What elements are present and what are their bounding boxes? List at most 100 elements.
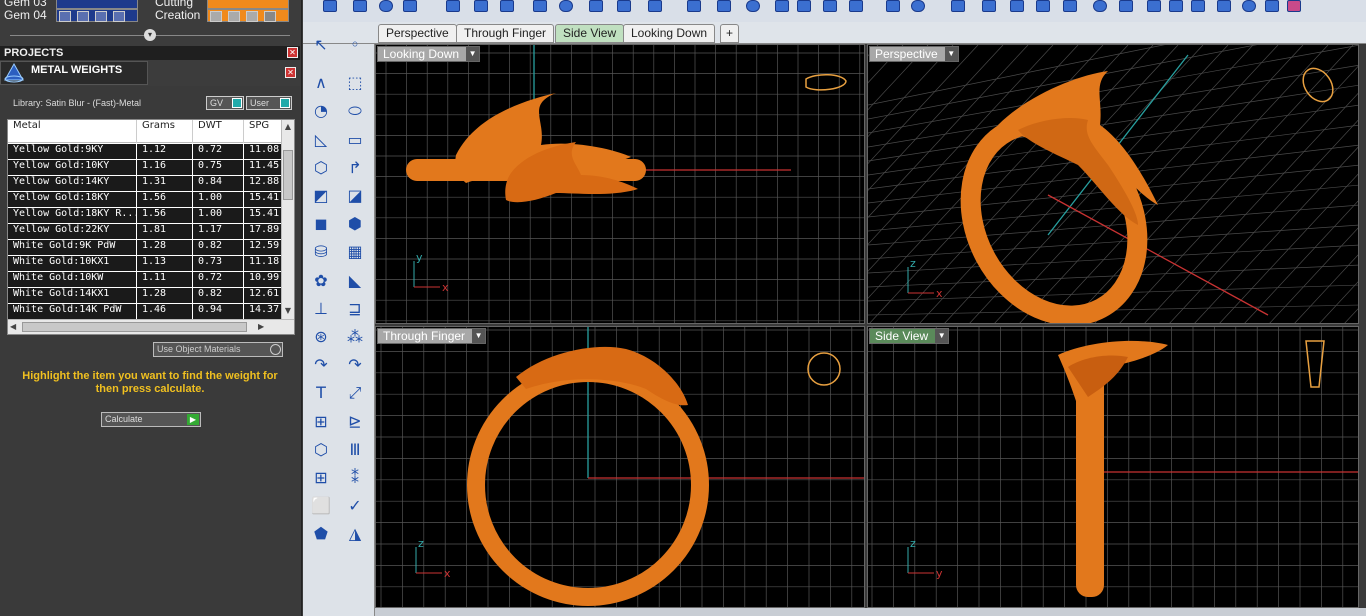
toolbar-tool-icon[interactable] — [1147, 0, 1161, 12]
modeling-tool-icon[interactable]: T — [311, 384, 331, 402]
viewport-through-finger[interactable]: z x Through Finger ▼ — [375, 326, 865, 608]
scroll-down-icon[interactable]: ▼ — [283, 306, 293, 316]
toolbar-tool-icon[interactable] — [1010, 0, 1024, 12]
close-tab-icon[interactable]: ✕ — [285, 67, 296, 78]
gem-row-4-controls[interactable] — [56, 9, 138, 22]
toolbar-tool-icon[interactable] — [1093, 0, 1107, 12]
scroll-left-icon[interactable]: ◀ — [10, 322, 16, 331]
scroll-thumb[interactable] — [283, 150, 293, 200]
modeling-tool-icon[interactable]: ⬟ — [311, 525, 331, 543]
modeling-tool-icon[interactable]: ⬢ — [345, 215, 365, 233]
toolbar-tool-icon[interactable] — [379, 0, 393, 12]
add-tab-button[interactable]: + — [720, 24, 740, 43]
modeling-tool-icon[interactable]: ⛁ — [311, 243, 331, 261]
toolbar-tool-icon[interactable] — [1287, 0, 1301, 12]
table-row[interactable]: White Gold:10KX1 1.13 0.73 11.18 — [8, 256, 288, 272]
toolbar-tool-icon[interactable] — [951, 0, 965, 12]
toolbar-tool-icon[interactable] — [911, 0, 925, 12]
dropdown-icon[interactable]: ▼ — [472, 329, 486, 343]
user-button[interactable]: User — [246, 96, 292, 110]
table-row[interactable]: Yellow Gold:14KY 1.31 0.84 12.88 — [8, 176, 288, 192]
scroll-up-icon[interactable]: ▲ — [283, 122, 293, 132]
modeling-tool-icon[interactable]: ⬡ — [311, 440, 331, 459]
toolbar-tool-icon[interactable] — [746, 0, 760, 12]
tab-looking-down[interactable]: Looking Down — [623, 24, 716, 43]
collapse-icon[interactable]: ▾ — [144, 29, 156, 41]
toolbar-tool-icon[interactable] — [1242, 0, 1256, 12]
toolbar-tool-icon[interactable] — [1217, 0, 1231, 12]
creation-row[interactable]: Creation — [155, 8, 215, 22]
toolbar-tool-icon[interactable] — [446, 0, 460, 12]
column-header-grams[interactable]: Grams — [137, 120, 193, 143]
radio-icon[interactable] — [270, 344, 281, 355]
modeling-tool-icon[interactable]: ◦ — [345, 36, 365, 54]
modeling-tool-icon[interactable]: ⊛ — [311, 328, 331, 346]
modeling-tool-icon[interactable]: ◺ — [311, 130, 331, 149]
toolbar-tool-icon[interactable] — [775, 0, 789, 12]
viewport-perspective[interactable]: z x Perspective ▼ — [867, 44, 1359, 324]
toolbar-tool-icon[interactable] — [474, 0, 488, 12]
modeling-tool-icon[interactable]: ⊞ — [311, 412, 331, 431]
viewport-side-view[interactable]: z y Side View ▼ — [867, 326, 1359, 608]
scroll-thumb[interactable] — [22, 322, 247, 332]
play-icon[interactable] — [210, 11, 222, 22]
table-row[interactable]: Yellow Gold:22KY 1.81 1.17 17.89 — [8, 224, 288, 240]
modeling-tool-icon[interactable]: ↷ — [345, 356, 365, 374]
visible-icon[interactable] — [228, 11, 240, 22]
toolbar-tool-icon[interactable] — [886, 0, 900, 12]
modeling-tool-icon[interactable]: ↷ — [311, 356, 331, 374]
modeling-tool-icon[interactable]: ◼ — [311, 215, 331, 233]
toolbar-tool-icon[interactable] — [717, 0, 731, 12]
table-row[interactable]: Yellow Gold:18KY R... 1.56 1.00 15.41 — [8, 208, 288, 224]
scroll-right-icon[interactable]: ▶ — [258, 322, 264, 331]
lock-icon[interactable] — [95, 11, 107, 22]
toolbar-tool-icon[interactable] — [687, 0, 701, 12]
modeling-tool-icon[interactable]: ⊞ — [311, 469, 331, 487]
use-object-materials-dropdown[interactable]: Use Object Materials — [153, 342, 283, 357]
gv-button[interactable]: GV — [206, 96, 244, 110]
horizontal-scrollbar[interactable]: ◀ ▶ — [8, 319, 294, 334]
calculate-button[interactable]: Calculate ▶ — [101, 412, 201, 427]
toolbar-tool-icon[interactable] — [617, 0, 631, 12]
modeling-tool-icon[interactable]: ▭ — [345, 130, 365, 149]
viewport-label[interactable]: Side View ▼ — [869, 328, 950, 344]
modeling-tool-icon[interactable]: ⬡ — [311, 158, 331, 177]
table-row[interactable]: Yellow Gold:18KY 1.56 1.00 15.41 — [8, 192, 288, 208]
table-row[interactable]: Yellow Gold:9KY 1.12 0.72 11.08 — [8, 144, 288, 160]
modeling-tool-icon[interactable]: ⤢ — [345, 384, 365, 402]
toolbar-tool-icon[interactable] — [500, 0, 514, 12]
modeling-tool-icon[interactable]: Ⅲ — [345, 440, 365, 459]
dropdown-icon[interactable]: ▼ — [466, 47, 480, 61]
toolbar-tool-icon[interactable] — [403, 0, 417, 12]
toolbar-tool-icon[interactable] — [1265, 0, 1279, 12]
metal-weights-table[interactable]: Metal Grams DWT SPG Yellow Gold:9KY 1.12 0… — [7, 119, 295, 335]
tab-through-finger[interactable]: Through Finger — [456, 24, 555, 43]
toolbar-tool-icon[interactable] — [1036, 0, 1050, 12]
toolbar-tool-icon[interactable] — [533, 0, 547, 12]
lock-icon[interactable] — [246, 11, 258, 22]
modeling-tool-icon[interactable]: ∧ — [311, 74, 331, 92]
play-icon[interactable] — [59, 11, 71, 22]
modeling-tool-icon[interactable]: ✿ — [311, 271, 331, 290]
viewport-label[interactable]: Perspective ▼ — [869, 46, 959, 62]
vertical-scrollbar[interactable]: ▲ ▼ — [281, 120, 294, 320]
modeling-tool-icon[interactable]: ◣ — [345, 271, 365, 290]
toolbar-tool-icon[interactable] — [823, 0, 837, 12]
toolbar-tool-icon[interactable] — [559, 0, 573, 12]
toolbar-tool-icon[interactable] — [1169, 0, 1183, 12]
column-header-dwt[interactable]: DWT — [193, 120, 244, 143]
dropdown-icon[interactable]: ▼ — [935, 329, 949, 343]
modeling-tool-icon[interactable]: ◔ — [311, 102, 331, 120]
toolbar-tool-icon[interactable] — [353, 0, 367, 12]
modeling-tool-icon[interactable]: ◪ — [345, 187, 365, 205]
modeling-tool-icon[interactable]: ⁂ — [345, 328, 365, 346]
dropdown-icon[interactable]: ▼ — [944, 47, 958, 61]
color-icon[interactable] — [264, 11, 276, 22]
viewport-looking-down[interactable]: y x Looking Down ▼ — [375, 44, 865, 324]
table-row[interactable]: White Gold:10KW 1.11 0.72 10.99 — [8, 272, 288, 288]
modeling-tool-icon[interactable]: ⬚ — [345, 74, 365, 92]
viewport-label[interactable]: Looking Down ▼ — [377, 46, 481, 62]
toolbar-tool-icon[interactable] — [1119, 0, 1133, 12]
creation-controls[interactable] — [207, 9, 289, 22]
viewport-label[interactable]: Through Finger ▼ — [377, 328, 487, 344]
